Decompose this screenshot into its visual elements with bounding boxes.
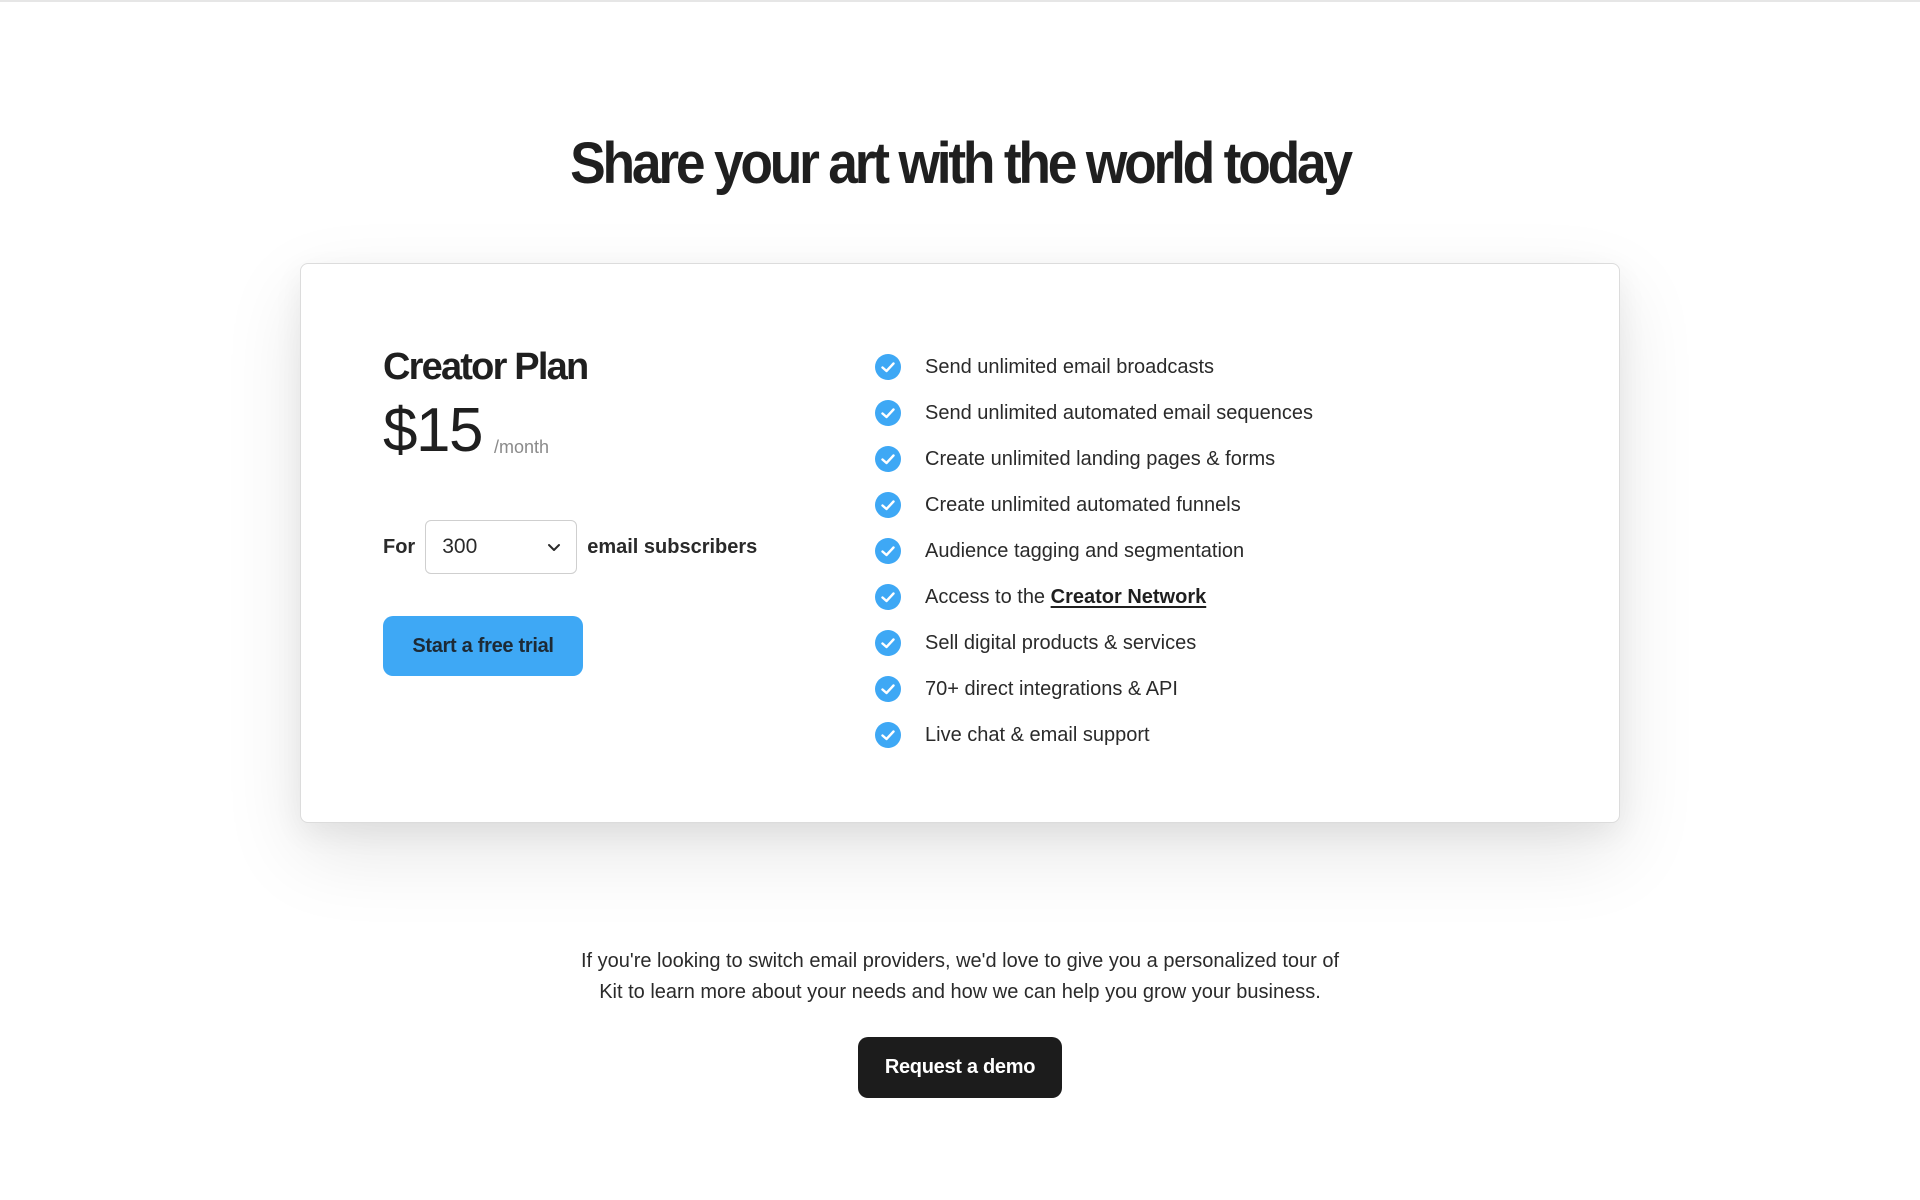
plan-price: $15	[383, 396, 483, 465]
feature-text: 70+ direct integrations & API	[925, 677, 1178, 700]
feature-item: Send unlimited email broadcasts	[875, 344, 1313, 390]
feature-item: Audience tagging and segmentation	[875, 528, 1313, 574]
feature-text: Audience tagging and segmentation	[925, 539, 1245, 562]
subscriber-selector-row: For 300 email subscribers	[383, 520, 843, 574]
check-circle-icon	[875, 492, 901, 518]
creator-network-link[interactable]: Creator Network	[1051, 586, 1207, 608]
demo-description-line-1: If you're looking to switch email provid…	[580, 950, 1340, 972]
feature-text-prefix: Access to the	[925, 585, 1051, 608]
for-label: For	[383, 535, 416, 558]
feature-list: Send unlimited email broadcasts Send unl…	[875, 344, 1313, 758]
check-circle-icon	[875, 400, 901, 426]
feature-text: Live chat & email support	[925, 723, 1150, 746]
price-period: /month	[493, 437, 549, 457]
pricing-page: Share your art with the world today Crea…	[0, 0, 1920, 1200]
feature-item: Create unlimited automated funnels	[875, 482, 1313, 528]
check-circle-icon	[875, 722, 901, 748]
subscriber-count-value: 300	[442, 535, 478, 558]
feature-text: Send unlimited email broadcasts	[925, 355, 1215, 378]
feature-text: Create unlimited automated funnels	[925, 493, 1241, 516]
check-circle-icon	[875, 676, 901, 702]
feature-item: Live chat & email support	[875, 712, 1313, 758]
plan-summary: Creator Plan $15 /month For 300 email su…	[383, 348, 843, 676]
check-circle-icon	[875, 584, 901, 610]
demo-description: If you're looking to switch email provid…	[0, 946, 1920, 1008]
plan-name: Creator Plan	[383, 346, 589, 388]
demo-description-line-2: Kit to learn more about your needs and h…	[599, 981, 1321, 1003]
check-circle-icon	[875, 446, 901, 472]
feature-item: Create unlimited landing pages & forms	[875, 436, 1313, 482]
check-circle-icon	[875, 538, 901, 564]
feature-item: Send unlimited automated email sequences	[875, 390, 1313, 436]
subscriber-count-select[interactable]: 300	[425, 520, 578, 574]
feature-text: Access to the Creator Network	[925, 586, 1206, 609]
page-headline: Share your art with the world today	[570, 131, 1353, 196]
feature-text: Sell digital products & services	[925, 631, 1197, 654]
check-circle-icon	[875, 630, 901, 656]
chevron-down-icon	[548, 544, 561, 551]
email-subscribers-label: email subscribers	[587, 535, 758, 558]
check-circle-icon	[875, 354, 901, 380]
feature-item: Sell digital products & services	[875, 620, 1313, 666]
start-free-trial-button[interactable]: Start a free trial	[383, 616, 583, 676]
price-row: $15 /month	[383, 400, 843, 462]
feature-text: Send unlimited automated email sequences	[925, 401, 1314, 424]
feature-item: Access to the Creator Network	[875, 574, 1313, 620]
request-demo-button[interactable]: Request a demo	[858, 1037, 1062, 1098]
pricing-card: Creator Plan $15 /month For 300 email su…	[300, 263, 1620, 823]
feature-text: Create unlimited landing pages & forms	[925, 447, 1276, 470]
feature-item: 70+ direct integrations & API	[875, 666, 1313, 712]
